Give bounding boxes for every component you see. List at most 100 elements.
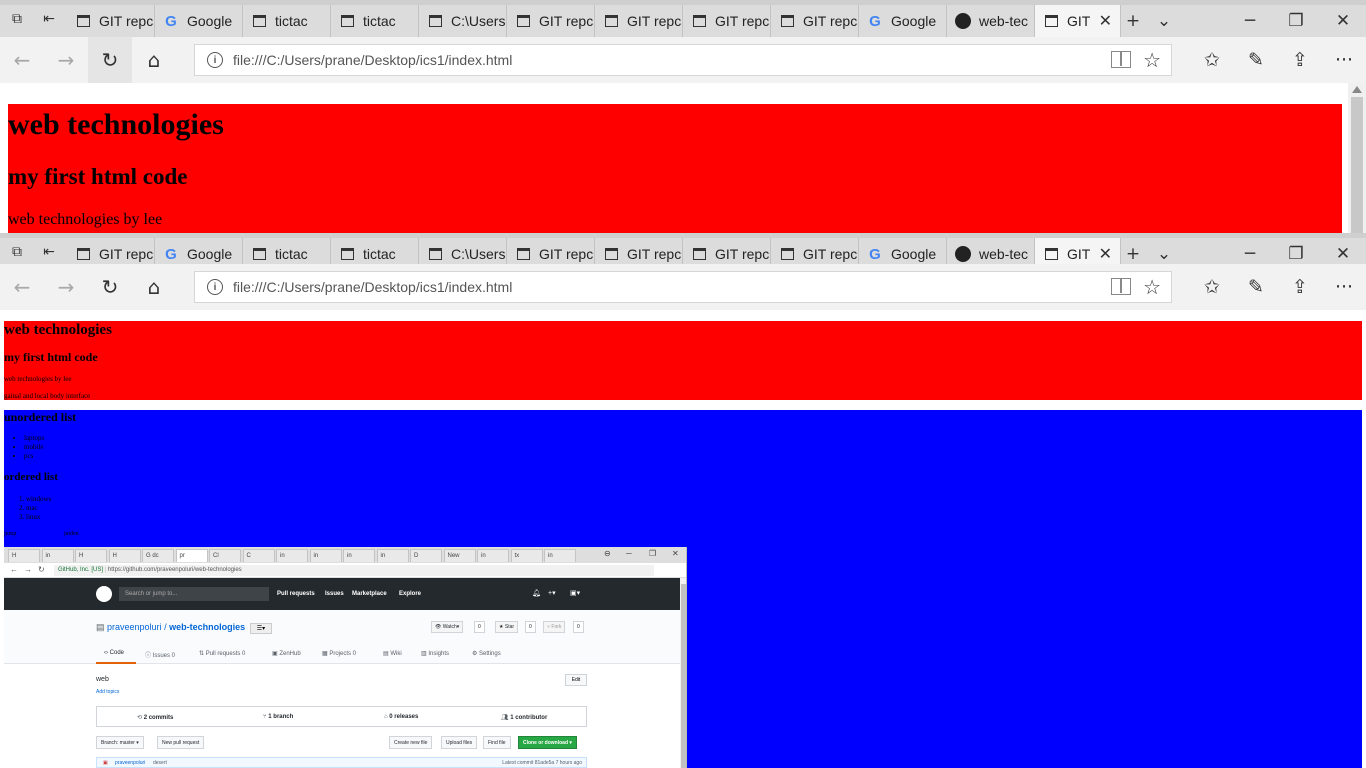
home-icon[interactable]: ⌂ [132, 264, 176, 310]
tab-label: GIT repc [803, 13, 858, 29]
reading-view-icon[interactable] [1111, 51, 1131, 68]
latest-commit: Latest commit 81ade5a 7 hours ago [502, 760, 582, 766]
page-icon [779, 246, 795, 262]
restore-button[interactable]: ❐ [1273, 5, 1319, 37]
page-icon [603, 246, 619, 262]
chrome-tab: H [108, 549, 141, 562]
address-text[interactable]: file:///C:/Users/prane/Desktop/ics1/inde… [233, 52, 512, 68]
tab-11[interactable]: GIT ✕ [1035, 5, 1121, 37]
page-scrollbar[interactable] [1348, 83, 1366, 233]
address-text[interactable]: file:///C:/Users/prane/Desktop/ics1/inde… [233, 279, 512, 295]
google-icon: G [869, 12, 881, 30]
pen-icon[interactable]: ✎ [1234, 37, 1278, 83]
scroll-up-icon[interactable] [1352, 86, 1362, 93]
github-header: Search or jump to... Pull requests Issue… [4, 578, 680, 610]
share-icon[interactable]: ⇪ [1278, 264, 1322, 310]
back-icon[interactable]: ← [0, 37, 44, 83]
tab-label: tictac [275, 246, 308, 262]
tab-9[interactable]: G Google [859, 5, 947, 37]
tab-4[interactable]: C:\Users [419, 5, 507, 37]
url-text: https://github.com/praveenpoluri/web-tec… [107, 567, 242, 573]
bottom-left-text: jump [4, 531, 17, 537]
address-bar[interactable]: i file:///C:/Users/prane/Desktop/ics1/in… [194, 271, 1172, 303]
forward-icon[interactable]: → [44, 37, 88, 83]
tab-0[interactable]: GIT repc [67, 5, 155, 37]
commit-avatar-icon: ▣ [103, 760, 108, 766]
upload-files-button: Upload files [441, 736, 478, 749]
more-icon[interactable]: ··· [1322, 264, 1366, 310]
chrome-tab: in [376, 549, 409, 562]
forward-icon[interactable]: → [44, 264, 88, 310]
back-icon[interactable]: ← [0, 264, 44, 310]
unordered-list-heading: unordered list [4, 410, 77, 424]
minimize-button[interactable]: ─ [1227, 5, 1273, 37]
scrollbar-thumb[interactable] [1351, 97, 1363, 233]
repo-stats: ⟲ 2 commits ⑂ 1 branch ⌂ 0 releases 👥︎ 1… [96, 706, 587, 727]
chrome-tab: Cl [209, 549, 241, 562]
branches-stat: ⑂ 1 branch [263, 714, 294, 720]
tab-7[interactable]: GIT repc [683, 5, 771, 37]
tab-label: GIT repc [627, 246, 682, 262]
address-bar[interactable]: i file:///C:/Users/prane/Desktop/ics1/in… [194, 44, 1172, 76]
refresh-icon[interactable]: ↻ [88, 37, 132, 83]
bell-icon: 🔔︎ [532, 590, 541, 597]
tab-1[interactable]: G Google [155, 5, 243, 37]
tab-8[interactable]: GIT repc [771, 5, 859, 37]
commit-author: praveenpoluri [115, 760, 146, 766]
active-tab-underline [96, 662, 136, 664]
home-icon[interactable]: ⌂ [132, 37, 176, 83]
tab-label: GIT repc [803, 246, 858, 262]
set-aside-icon[interactable]: ⇤ [32, 0, 66, 37]
page-icon [427, 246, 443, 262]
chrome-tab: in [41, 549, 74, 562]
forward-icon: → [24, 565, 32, 574]
tab-label: GIT repc [539, 13, 594, 29]
google-icon: G [165, 12, 177, 30]
page-icon [251, 13, 267, 29]
header-section: web technologies my first html code web … [4, 321, 1362, 400]
favorites-icon[interactable]: ✩ [1190, 37, 1234, 83]
favorite-star-icon[interactable]: ☆ [1143, 48, 1161, 73]
unordered-list: laptops mobile pcs [18, 434, 44, 461]
tab-label: web-tec [979, 13, 1029, 29]
repo-owner: praveenpoluri [107, 622, 162, 632]
tab-10[interactable]: web-tec [947, 5, 1035, 37]
tab-label: GIT repc [99, 13, 154, 29]
tab-5[interactable]: GIT repc [507, 5, 595, 37]
ordered-list-heading: ordered list [4, 471, 58, 483]
watch-count: 0 [474, 621, 485, 633]
info-icon[interactable]: i [207, 52, 223, 68]
close-window-button[interactable]: ✕ [1320, 5, 1366, 37]
star-count: 0 [525, 621, 536, 633]
tab-list-button[interactable]: ⌄ [1141, 5, 1187, 37]
repo-tab-projects: ▦ Projects 0 [322, 651, 357, 657]
list-item: windows [26, 495, 51, 504]
favorites-icon[interactable]: ✩ [1190, 264, 1234, 310]
tab-2[interactable]: tictac [243, 5, 331, 37]
repo-tab-insights: ▥ Insights [421, 651, 450, 657]
tab-label: tictac [363, 246, 396, 262]
info-icon[interactable]: i [207, 279, 223, 295]
tab-label: Google [891, 13, 937, 29]
favorite-star-icon[interactable]: ☆ [1143, 275, 1161, 300]
back-icon: ← [10, 565, 18, 574]
pen-icon[interactable]: ✎ [1234, 264, 1278, 310]
tab-6[interactable]: GIT repc [595, 5, 683, 37]
tabs-aside-icon[interactable]: ⧉ [0, 0, 34, 37]
tab-label: Google [187, 246, 233, 262]
chrome-tab: New [443, 549, 476, 562]
releases-stat: ⌂ 0 releases [384, 714, 419, 720]
chrome-tab-strip: Hin H H G dc pr Cl Cin in in in D New in tx in ⊖ ─ ❐ ✕ [4, 547, 686, 563]
chrome-tab: in [276, 549, 308, 562]
repo-icon: ▤ [96, 622, 108, 632]
refresh-icon[interactable]: ↻ [88, 264, 132, 310]
edit-button: Edit [565, 674, 587, 686]
share-icon[interactable]: ⇪ [1278, 37, 1322, 83]
tab-label: GIT [1067, 246, 1091, 262]
page-subheading: my first html code [4, 350, 98, 364]
nav-marketplace: Marketplace [352, 591, 387, 597]
ordered-list: windows mac linux [18, 495, 51, 522]
reading-view-icon[interactable] [1111, 278, 1131, 295]
more-icon[interactable]: ··· [1322, 37, 1366, 83]
tab-3[interactable]: tictac [331, 5, 419, 37]
